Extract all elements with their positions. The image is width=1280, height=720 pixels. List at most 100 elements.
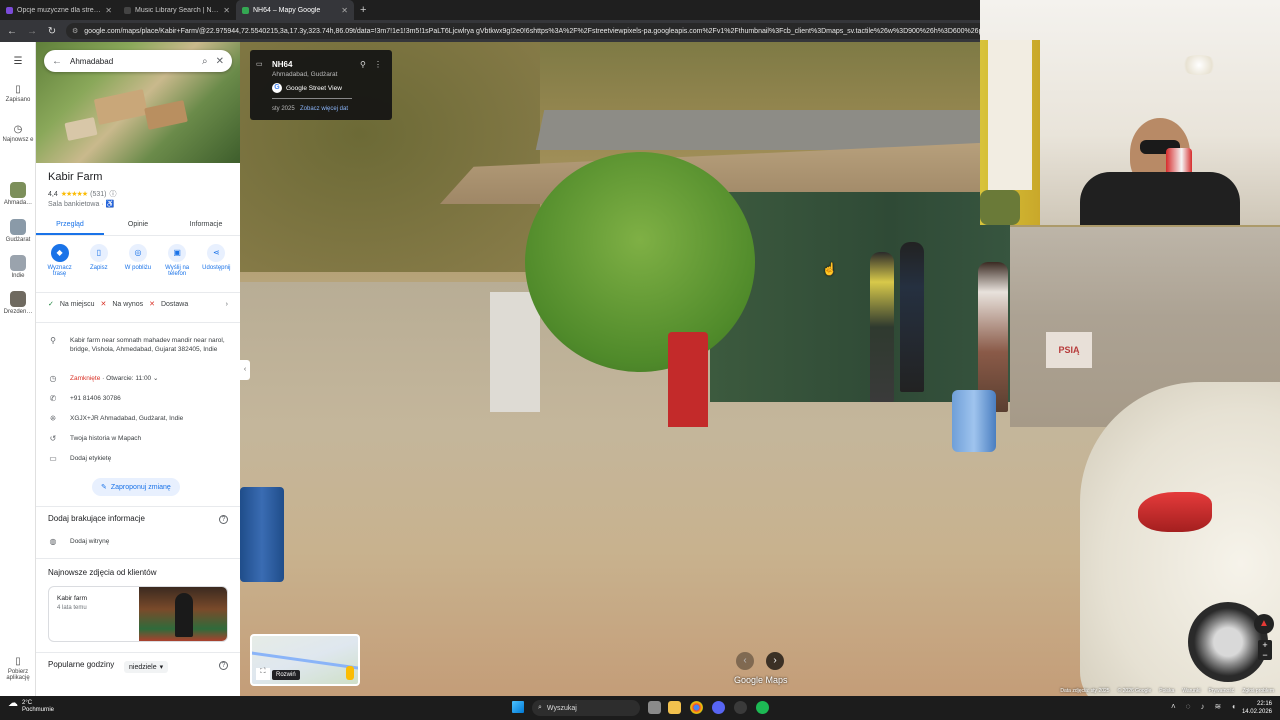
- ceiling-lamp: [1180, 55, 1218, 75]
- back-arrow-icon[interactable]: ▭: [256, 60, 263, 68]
- search-icon[interactable]: ⌕: [202, 56, 208, 67]
- microphone-icon[interactable]: ♪: [1200, 702, 1204, 711]
- car-taillight: [1138, 492, 1212, 532]
- info-icon[interactable]: ⓘ: [109, 189, 116, 199]
- new-tab-icon[interactable]: +: [354, 4, 372, 16]
- review-count[interactable]: (531): [90, 191, 106, 198]
- prev-arrow-icon[interactable]: ‹: [736, 652, 754, 670]
- google-logo-icon: G: [272, 83, 282, 93]
- chevron-up-icon[interactable]: ˄: [1171, 702, 1176, 711]
- chrome-icon[interactable]: [690, 701, 703, 714]
- location-pin-icon[interactable]: ⚲: [360, 60, 366, 69]
- more-options-icon[interactable]: ⋮: [374, 60, 382, 69]
- close-icon[interactable]: ✕: [216, 56, 224, 67]
- spotify-icon[interactable]: [756, 701, 769, 714]
- day-select[interactable]: niedziele ▾: [124, 661, 169, 673]
- rail-item-recent-place[interactable]: Indie: [0, 255, 36, 279]
- tab-reviews[interactable]: Opinie: [104, 216, 172, 235]
- suggest-edit-button[interactable]: ✎ Zaproponuj zmianę: [92, 478, 180, 496]
- back-arrow-icon[interactable]: ←: [52, 56, 62, 67]
- windows-start-icon[interactable]: [512, 701, 524, 713]
- rail-item-recent-place[interactable]: Ahmada…: [0, 182, 36, 206]
- collapse-panel-button[interactable]: ‹: [240, 360, 250, 380]
- site-info-icon[interactable]: ⚙: [72, 27, 78, 35]
- rail-item-recent[interactable]: ◷ Najnowsz e: [0, 124, 36, 143]
- bookmark-icon: ▯: [15, 84, 21, 95]
- weather-widget[interactable]: ☁ 2°C Pochmurnie: [8, 699, 55, 714]
- rail-item-recent-place[interactable]: Gudżarat: [0, 219, 36, 243]
- rail-item-recent-place[interactable]: Drezden…: [0, 291, 36, 315]
- volume-icon[interactable]: ◖: [1231, 702, 1236, 711]
- attribution-item[interactable]: Prywatność: [1208, 688, 1234, 694]
- day-select-value: niedziele: [129, 663, 157, 671]
- browser-tab[interactable]: Music Library Search | NCS (No ✕: [118, 0, 236, 20]
- help-icon[interactable]: ?: [219, 661, 228, 670]
- obs-icon[interactable]: [734, 701, 747, 714]
- send-to-phone-button[interactable]: ▣ Wyślij na telefon: [159, 244, 195, 277]
- divider: [36, 558, 240, 559]
- close-tab-icon[interactable]: ✕: [223, 6, 230, 15]
- plus-code-row[interactable]: ⁜ XGJX+JR Ahmadabad, Gudżarat, Indie: [48, 414, 232, 423]
- expand-icon[interactable]: ⛶: [256, 668, 270, 680]
- divider: [36, 506, 240, 507]
- hand-cursor-icon: ☝: [822, 262, 837, 276]
- place-category[interactable]: Sala bankietowa · ♿: [48, 200, 114, 208]
- wifi-icon[interactable]: ≋: [1214, 702, 1221, 711]
- mini-map[interactable]: ⛶ Rozwiń: [250, 634, 360, 686]
- share-button[interactable]: ⋖ Udostępnij: [198, 244, 234, 277]
- label-row[interactable]: ▭ Dodaj etykietę: [48, 454, 232, 463]
- rail-item-saved[interactable]: ▯ Zapisano: [0, 84, 36, 103]
- attribution-item: © 2026 Google: [1117, 688, 1152, 694]
- phone-icon: ▣: [168, 244, 187, 262]
- search-box[interactable]: ← Ahmadabad ⌕ ✕: [44, 50, 232, 72]
- pegman-icon[interactable]: [346, 666, 354, 680]
- get-app-button[interactable]: ▯ Pobierz aplikację: [0, 656, 36, 681]
- history-row[interactable]: ↺ Twoja historia w Mapach: [48, 434, 232, 443]
- task-view-icon[interactable]: [648, 701, 661, 714]
- action-label: Wyznacz trasę: [47, 265, 72, 277]
- service-options[interactable]: ✓ Na miejscu ✕ Na wynos ✕ Dostawa ›: [48, 300, 228, 309]
- menu-button[interactable]: ☰: [0, 56, 36, 69]
- zoom-in-icon[interactable]: +: [1258, 640, 1272, 650]
- next-arrow-icon[interactable]: ›: [766, 652, 784, 670]
- compass-icon[interactable]: ▲: [1254, 614, 1274, 634]
- google-maps-logo: Google Maps: [734, 675, 788, 685]
- network-icon[interactable]: ◌: [1186, 702, 1191, 711]
- browser-tab[interactable]: Opcje muzyczne dla streamerów ✕: [0, 0, 118, 20]
- stars-icon: ★★★★★: [60, 191, 88, 198]
- close-tab-icon[interactable]: ✕: [341, 6, 348, 15]
- tab-overview[interactable]: Przegląd: [36, 216, 104, 235]
- phone-row[interactable]: ✆ +91 81406 30786: [48, 394, 232, 403]
- help-icon[interactable]: ?: [219, 515, 228, 524]
- add-website-text: Dodaj witrynę: [70, 538, 110, 545]
- close-tab-icon[interactable]: ✕: [105, 6, 112, 15]
- add-website-row[interactable]: ◍ Dodaj witrynę: [48, 537, 232, 546]
- search-input[interactable]: Ahmadabad: [70, 57, 194, 66]
- see-more-dates-link[interactable]: Zobacz więcej dat: [300, 106, 348, 112]
- tab-about[interactable]: Informacje: [172, 216, 240, 235]
- taskbar-search[interactable]: ⌕ Wyszukaj: [532, 700, 640, 716]
- zoom-out-icon[interactable]: −: [1258, 650, 1272, 660]
- discord-icon[interactable]: [712, 701, 725, 714]
- attribution-item[interactable]: Zgłoś problem: [1242, 688, 1274, 694]
- tab-favicon-icon: [242, 6, 249, 14]
- attribution-item[interactable]: Polska: [1159, 688, 1174, 694]
- clock[interactable]: 22:16 14.02.2026: [1242, 700, 1272, 716]
- attribution-item[interactable]: Warunki: [1182, 688, 1200, 694]
- blue-barrel: [240, 487, 284, 582]
- browser-tab-active[interactable]: NH64 – Mapy Google ✕: [236, 0, 354, 20]
- hours-row[interactable]: ◷ Zamknięte · Otwarcie: 11:00 ⌄: [48, 374, 232, 383]
- back-icon[interactable]: ←: [6, 26, 18, 37]
- nearby-button[interactable]: ◎ W pobliżu: [120, 244, 156, 277]
- customer-photo-card[interactable]: Kabir farm 4 lata temu: [48, 586, 228, 642]
- street-view-info-card: ▭ NH64 Ahmadabad, Gudżarat ⚲ ⋮ G Google …: [250, 50, 392, 120]
- file-explorer-icon[interactable]: [668, 701, 681, 714]
- forward-icon[interactable]: →: [26, 26, 38, 37]
- pencil-icon: ✎: [101, 484, 107, 491]
- address-row[interactable]: ⚲ Kabir farm near somnath mahadev mandir…: [48, 336, 232, 354]
- place-thumbnail: [10, 255, 26, 271]
- reload-icon[interactable]: ↻: [46, 26, 58, 37]
- save-button[interactable]: ▯ Zapisz: [81, 244, 117, 277]
- weather-status: Pochmurnie: [22, 707, 55, 713]
- directions-button[interactable]: ◆ Wyznacz trasę: [42, 244, 78, 277]
